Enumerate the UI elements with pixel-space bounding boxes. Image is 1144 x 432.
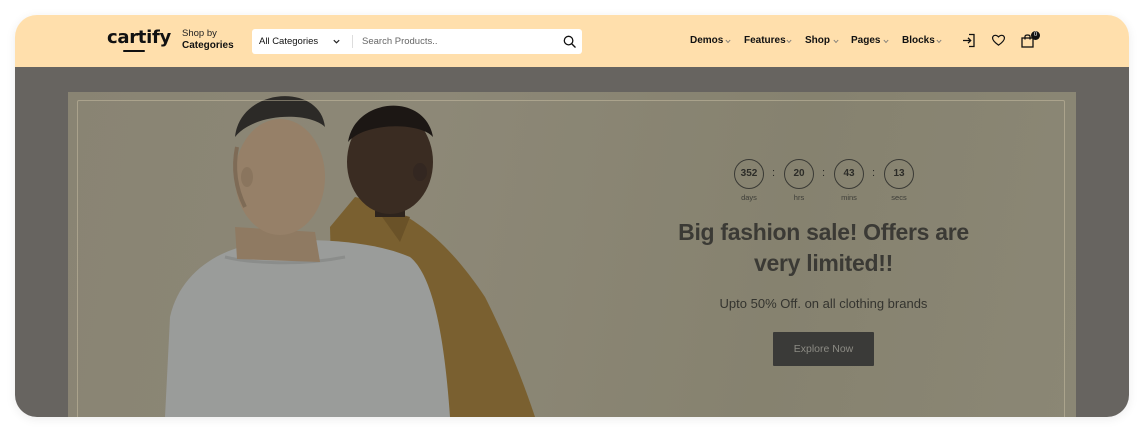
nav-blocks[interactable]: Blocks — [902, 34, 935, 48]
countdown-seconds-value: 13 — [884, 159, 914, 189]
nav-features[interactable]: Features — [744, 34, 786, 48]
countdown-separator: : — [872, 167, 876, 179]
cart-count-badge: 0 — [1031, 31, 1040, 40]
countdown-minutes-value: 43 — [834, 159, 864, 189]
page-frame: cartify Shop by Categories All Categorie… — [15, 15, 1129, 417]
site-header: cartify Shop by Categories All Categorie… — [15, 15, 1129, 67]
chevron-down-icon — [936, 39, 942, 44]
countdown-separator: : — [772, 167, 776, 179]
shop-by-label: Shop by — [182, 28, 217, 39]
categories-label: Categories — [182, 40, 234, 51]
logo[interactable]: cartify — [107, 27, 171, 48]
search-bar: All Categories — [252, 29, 582, 54]
countdown-separator: : — [822, 167, 826, 179]
countdown-hours: 20 hrs — [784, 159, 814, 202]
countdown-days-label: days — [741, 193, 757, 202]
shop-by-categories-button[interactable]: Shop by Categories — [182, 28, 234, 52]
hero-banner: 352 days : 20 hrs : 43 mins : 13 secs Bi… — [15, 67, 1129, 417]
hero-title: Big fashion sale! Offers are very limite… — [678, 219, 969, 276]
countdown-hours-value: 20 — [784, 159, 814, 189]
search-input[interactable] — [356, 29, 558, 54]
countdown-days: 352 days — [734, 159, 764, 202]
nav-shop[interactable]: Shop — [805, 34, 830, 48]
countdown-hours-label: hrs — [793, 193, 805, 202]
nav-pages[interactable]: Pages — [851, 34, 880, 48]
countdown-seconds-label: secs — [891, 193, 907, 202]
countdown-seconds: 13 secs — [884, 159, 914, 202]
countdown-minutes-label: mins — [841, 193, 857, 202]
chevron-down-icon — [786, 39, 792, 44]
nav-demos[interactable]: Demos — [690, 34, 723, 48]
heart-icon[interactable] — [991, 33, 1006, 47]
chevron-down-icon — [883, 39, 889, 44]
logo-underline — [123, 50, 145, 52]
category-select[interactable]: All Categories — [259, 29, 318, 54]
search-divider — [352, 35, 353, 48]
chevron-down-icon[interactable] — [332, 37, 341, 46]
countdown-minutes: 43 mins — [834, 159, 864, 202]
login-icon[interactable] — [962, 33, 976, 48]
explore-now-button[interactable]: Explore Now — [773, 332, 874, 366]
hero-subtitle: Upto 50% Off. on all clothing brands — [719, 296, 928, 311]
search-icon[interactable] — [563, 35, 576, 48]
countdown-days-value: 352 — [734, 159, 764, 189]
chevron-down-icon — [833, 39, 839, 44]
chevron-down-icon — [725, 39, 731, 44]
